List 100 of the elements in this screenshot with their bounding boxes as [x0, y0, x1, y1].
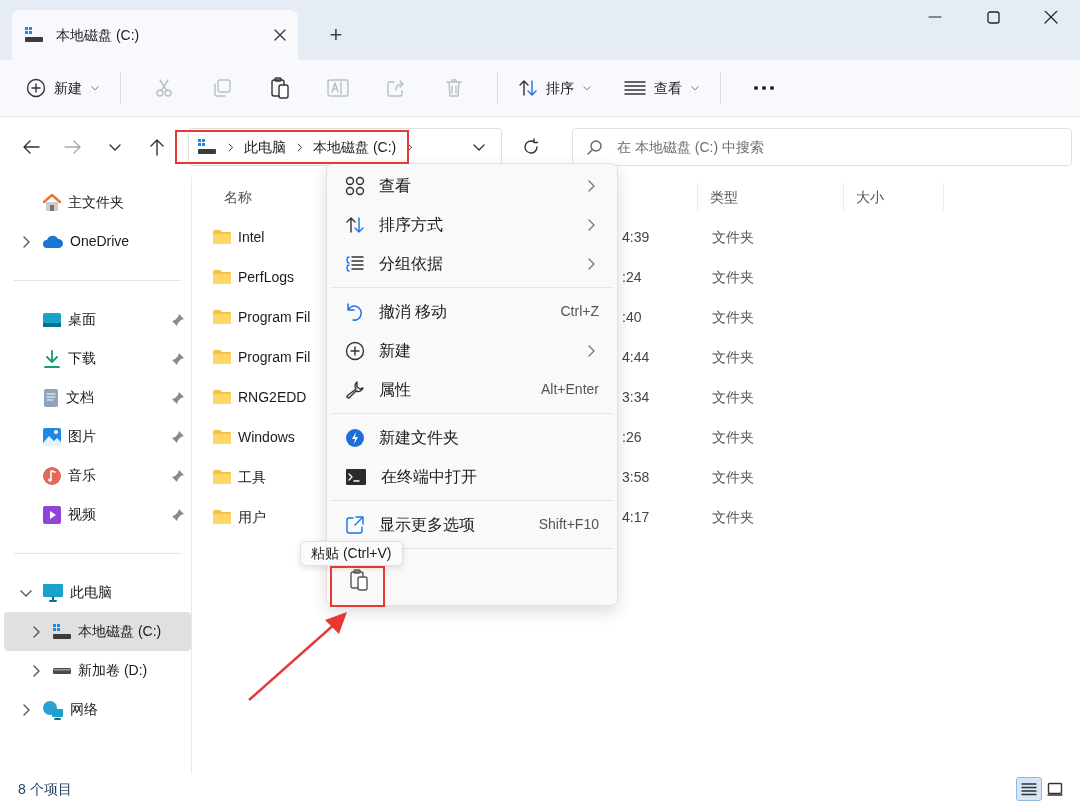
sidebar-item[interactable]: 音乐 [4, 456, 191, 495]
sidebar-item[interactable]: 视频 [4, 495, 191, 534]
sidebar-item[interactable]: 本地磁盘 (C:) [4, 612, 191, 651]
more-icon [753, 85, 775, 91]
sidebar-item[interactable]: 主文件夹 [4, 183, 191, 222]
clipboard-icon [270, 77, 290, 99]
shortcut-text: Ctrl+Z [560, 302, 599, 321]
sidebar-label: OneDrive [70, 232, 131, 251]
menu-item[interactable]: 新建 [331, 331, 613, 370]
menu-label: 分组依据 [379, 253, 444, 274]
menu-item[interactable]: 显示更多选项 Shift+F10 [331, 505, 613, 544]
close-icon [274, 29, 286, 41]
breadcrumb[interactable]: 此电脑 [244, 136, 286, 158]
video-icon [42, 504, 62, 525]
bolt-icon [345, 427, 365, 448]
menu-label: 新建文件夹 [379, 427, 460, 448]
menu-label: 在终端中打开 [381, 466, 478, 487]
tooltip: 粘贴 (Ctrl+V) [300, 541, 403, 566]
modified-time: :40 [622, 308, 642, 325]
tab-title: 本地磁盘 (C:) [56, 25, 141, 45]
drive-icon [24, 26, 44, 44]
modified-time: 4:17 [622, 508, 650, 525]
rename-icon [327, 78, 349, 98]
sidebar-item[interactable]: 图片 [4, 417, 191, 456]
sidebar-label: 音乐 [68, 466, 97, 485]
external-link-icon [345, 514, 365, 535]
back-icon [22, 139, 40, 155]
sidebar-item[interactable]: 新加卷 (D:) [4, 651, 191, 690]
menu-item[interactable]: 新建文件夹 [331, 418, 613, 457]
new-button[interactable]: 新建 [20, 68, 106, 108]
sort-button[interactable]: 排序 [512, 68, 598, 108]
trash-icon [445, 78, 463, 98]
search-box[interactable]: 在 本地磁盘 (C:) 中搜索 [572, 128, 1072, 166]
menu-label: 新建 [379, 340, 412, 361]
sidebar-label: 网络 [70, 700, 99, 719]
refresh-icon [522, 138, 540, 156]
modified-time: 4:39 [622, 228, 650, 245]
column-header[interactable]: 大小 [856, 186, 884, 208]
sidebar-item[interactable]: 网络 [4, 690, 191, 729]
menu-item[interactable]: 属性 Alt+Enter [331, 370, 613, 409]
file-type: 文件夹 [712, 347, 754, 367]
folder-icon [212, 389, 232, 405]
file-name[interactable]: PerfLogs [238, 266, 295, 288]
column-header[interactable]: 名称 [224, 186, 252, 208]
cloud-icon [42, 233, 64, 250]
sidebar-item[interactable]: 下载 [4, 339, 191, 378]
file-type: 文件夹 [712, 427, 754, 447]
file-type: 文件夹 [712, 227, 754, 247]
sidebar-label: 主文件夹 [68, 193, 125, 212]
column-header[interactable]: 类型 [710, 186, 738, 208]
wrench-icon [345, 379, 365, 400]
menu-item[interactable]: 查看 [331, 166, 613, 205]
file-type: 文件夹 [712, 507, 754, 527]
view-button[interactable]: 查看 [618, 68, 706, 108]
file-name[interactable]: Intel [238, 226, 265, 248]
file-type: 文件夹 [712, 467, 754, 487]
sidebar-label: 新加卷 (D:) [78, 661, 149, 680]
home-icon [42, 192, 62, 213]
sidebar-item[interactable]: 此电脑 [4, 573, 191, 612]
music-icon [42, 465, 62, 486]
copy-icon [212, 78, 232, 98]
menu-label: 属性 [379, 379, 412, 400]
menu-label: 撤消 移动 [379, 301, 449, 322]
menu-item[interactable]: 分组依据 [331, 244, 613, 283]
clipboard-icon [349, 569, 369, 591]
chevron-icon [582, 83, 592, 93]
sidebar-item[interactable]: OneDrive [4, 222, 191, 261]
modified-time: :24 [622, 268, 642, 285]
undo-icon [345, 301, 365, 322]
file-name[interactable]: Windows [238, 426, 295, 448]
drive-icon [52, 622, 72, 641]
file-name[interactable]: 工具 [238, 466, 266, 488]
sidebar-label: 下载 [68, 349, 97, 368]
close-icon [1044, 10, 1058, 24]
scissors-icon [154, 78, 174, 98]
menu-label: 查看 [379, 175, 412, 196]
file-name[interactable]: Program Fil [238, 346, 311, 368]
plus-circle-icon [26, 78, 46, 98]
view-toggle-button[interactable] [1016, 777, 1042, 801]
file-name[interactable]: 用户 [238, 506, 266, 528]
folder-icon [212, 469, 232, 485]
details-view-icon [1021, 782, 1037, 796]
file-name[interactable]: Program Fil [238, 306, 311, 328]
close-tab-button[interactable] [274, 29, 286, 41]
drive-icon [197, 138, 217, 156]
tab[interactable]: 本地磁盘 (C:) [12, 10, 298, 60]
menu-label: 排序方式 [379, 214, 444, 235]
menu-item[interactable]: 在终端中打开 [331, 457, 613, 496]
sidebar-item[interactable]: 文档 [4, 378, 191, 417]
sidebar-item[interactable]: 桌面 [4, 300, 191, 339]
file-name[interactable]: RNG2EDD [238, 386, 307, 408]
menu-item[interactable]: 撤消 移动 Ctrl+Z [331, 292, 613, 331]
shortcut-text: Shift+F10 [538, 515, 599, 534]
new-tab-button[interactable]: + [316, 14, 356, 54]
folder-icon [212, 269, 232, 285]
chevron-icon [90, 83, 100, 93]
menu-item[interactable]: 排序方式 [331, 205, 613, 244]
breadcrumb[interactable]: 本地磁盘 (C:) [313, 136, 397, 158]
picture-icon [42, 426, 62, 447]
search-field[interactable]: 在 本地磁盘 (C:) 中搜索 [615, 135, 1057, 159]
